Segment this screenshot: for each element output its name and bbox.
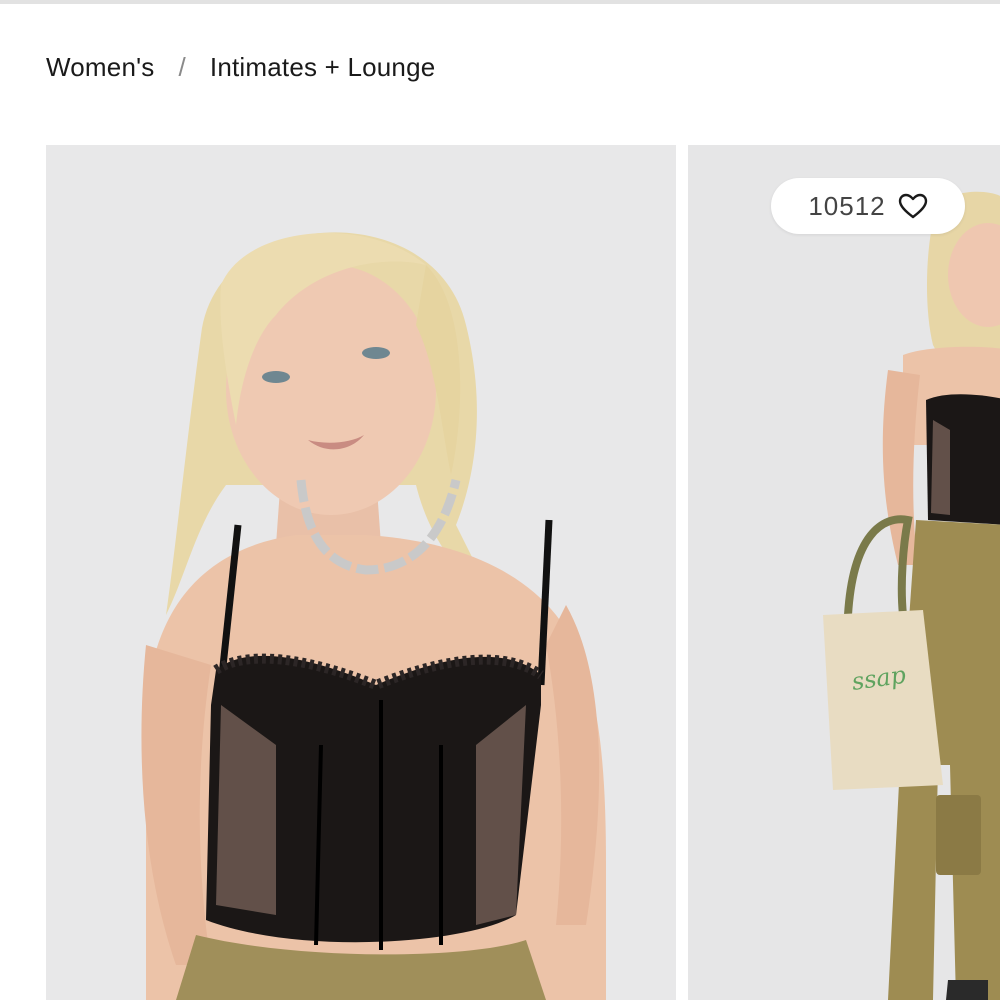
likes-button[interactable]: 10512 bbox=[771, 178, 965, 234]
product-image-main[interactable] bbox=[46, 145, 676, 1000]
product-photo-closeup bbox=[46, 145, 676, 1000]
breadcrumb-link-womens[interactable]: Women's bbox=[46, 52, 154, 83]
product-photo-fullbody: ssap bbox=[688, 145, 1000, 1000]
product-image-secondary[interactable]: ssap bbox=[688, 145, 1000, 1000]
breadcrumb-link-intimates-lounge[interactable]: Intimates + Lounge bbox=[210, 52, 435, 83]
breadcrumb: Women's / Intimates + Lounge bbox=[46, 52, 435, 83]
likes-count: 10512 bbox=[808, 190, 886, 221]
heart-icon bbox=[898, 193, 928, 219]
breadcrumb-separator: / bbox=[178, 52, 186, 82]
product-image-gallery: ssap bbox=[46, 145, 1000, 1000]
top-divider bbox=[0, 0, 1000, 4]
